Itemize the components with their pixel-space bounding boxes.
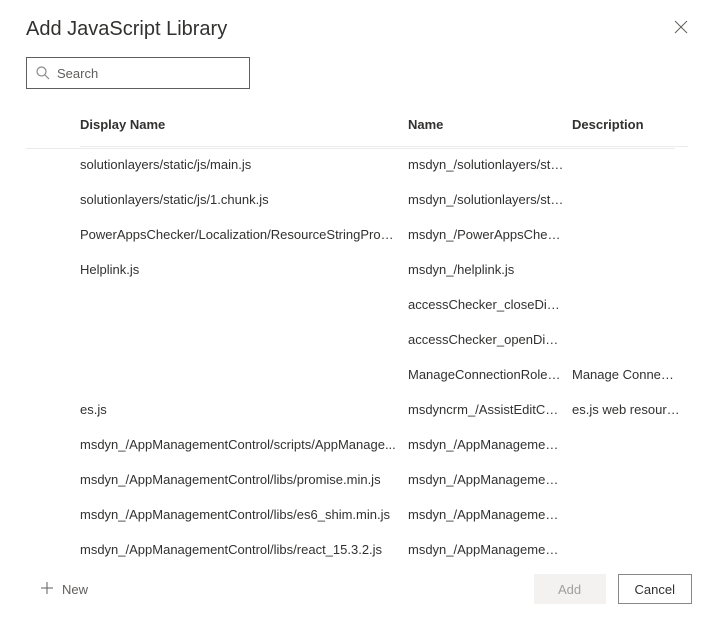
cell-display-name — [80, 357, 408, 392]
cell-display-name: msdyn_/AppManagementControl/scripts/AppM… — [80, 427, 408, 462]
dialog-footer: New Add Cancel — [36, 558, 692, 604]
cell-name: msdyn_/solutionlayers/sta... — [408, 147, 572, 183]
add-button[interactable]: Add — [534, 574, 606, 604]
table-row[interactable]: solutionlayers/static/js/1.chunk.jsmsdyn… — [80, 182, 688, 217]
cell-display-name: PowerAppsChecker/Localization/ResourceSt… — [80, 217, 408, 252]
cell-display-name: es.js — [80, 392, 408, 427]
table-row[interactable]: msdyn_/AppManagementControl/libs/es6_shi… — [80, 497, 688, 532]
col-header-description[interactable]: Description — [572, 103, 688, 147]
col-header-name[interactable]: Name — [408, 103, 572, 147]
cell-display-name — [80, 322, 408, 357]
dialog-title: Add JavaScript Library — [26, 18, 227, 41]
cell-display-name: msdyn_/AppManagementControl/libs/promise… — [80, 462, 408, 497]
search-input[interactable] — [57, 66, 241, 81]
cell-description — [572, 182, 688, 217]
table-row[interactable]: accessChecker_closeDialo... — [80, 287, 688, 322]
search-wrapper — [26, 57, 692, 89]
table-row[interactable]: es.jsmsdyncrm_/AssistEditCon...es.js web… — [80, 392, 688, 427]
table-row[interactable]: msdyn_/AppManagementControl/libs/react_1… — [80, 532, 688, 558]
cell-description — [572, 427, 688, 462]
cell-display-name: solutionlayers/static/js/1.chunk.js — [80, 182, 408, 217]
table-row[interactable]: Helplink.jsmsdyn_/helplink.js — [80, 252, 688, 287]
cell-description — [572, 147, 688, 183]
cell-name: accessChecker_openDialo... — [408, 322, 572, 357]
new-button-label: New — [62, 582, 88, 597]
cell-name: accessChecker_closeDialo... — [408, 287, 572, 322]
table-row[interactable]: msdyn_/AppManagementControl/libs/promise… — [80, 462, 688, 497]
cell-name: msdyn_/AppManagement... — [408, 532, 572, 558]
cell-description — [572, 252, 688, 287]
library-table: Display Name Name Description solutionla… — [80, 103, 688, 558]
table-row[interactable]: ManageConnectionRoles...Manage Connect..… — [80, 357, 688, 392]
cell-description — [572, 217, 688, 252]
cell-description — [572, 322, 688, 357]
cell-name: msdyn_/PowerAppsCheck... — [408, 217, 572, 252]
cell-description — [572, 462, 688, 497]
cell-name: ManageConnectionRoles... — [408, 357, 572, 392]
cell-display-name: solutionlayers/static/js/main.js — [80, 147, 408, 183]
close-icon — [674, 22, 688, 37]
cell-display-name: Helplink.js — [80, 252, 408, 287]
dialog-header: Add JavaScript Library — [26, 18, 692, 41]
search-icon — [35, 65, 51, 81]
cell-name: msdyn_/AppManagement... — [408, 427, 572, 462]
cell-name: msdyn_/helplink.js — [408, 252, 572, 287]
cell-name: msdyn_/AppManagement... — [408, 462, 572, 497]
table-row[interactable]: solutionlayers/static/js/main.jsmsdyn_/s… — [80, 147, 688, 183]
cancel-button[interactable]: Cancel — [618, 574, 692, 604]
cell-name: msdyn_/solutionlayers/sta... — [408, 182, 572, 217]
table-header-divider — [26, 148, 675, 149]
cell-description — [572, 532, 688, 558]
cell-display-name — [80, 287, 408, 322]
new-button[interactable]: New — [36, 575, 92, 604]
cell-description: Manage Connect... — [572, 357, 688, 392]
footer-actions: Add Cancel — [534, 574, 692, 604]
search-box[interactable] — [26, 57, 250, 89]
col-header-display-name[interactable]: Display Name — [80, 103, 408, 147]
cell-description — [572, 287, 688, 322]
cell-display-name: msdyn_/AppManagementControl/libs/es6_shi… — [80, 497, 408, 532]
cell-description: es.js web resource. — [572, 392, 688, 427]
cell-description — [572, 497, 688, 532]
table-row[interactable]: PowerAppsChecker/Localization/ResourceSt… — [80, 217, 688, 252]
table-scroll[interactable]: Display Name Name Description solutionla… — [26, 103, 692, 558]
plus-icon — [40, 581, 54, 598]
cell-name: msdyncrm_/AssistEditCon... — [408, 392, 572, 427]
table-row[interactable]: accessChecker_openDialo... — [80, 322, 688, 357]
cell-name: msdyn_/AppManagement... — [408, 497, 572, 532]
cell-display-name: msdyn_/AppManagementControl/libs/react_1… — [80, 532, 408, 558]
table-row[interactable]: msdyn_/AppManagementControl/scripts/AppM… — [80, 427, 688, 462]
close-button[interactable] — [670, 16, 692, 41]
add-library-dialog: Add JavaScript Library — [0, 0, 716, 622]
table-container: Display Name Name Description solutionla… — [26, 103, 692, 558]
